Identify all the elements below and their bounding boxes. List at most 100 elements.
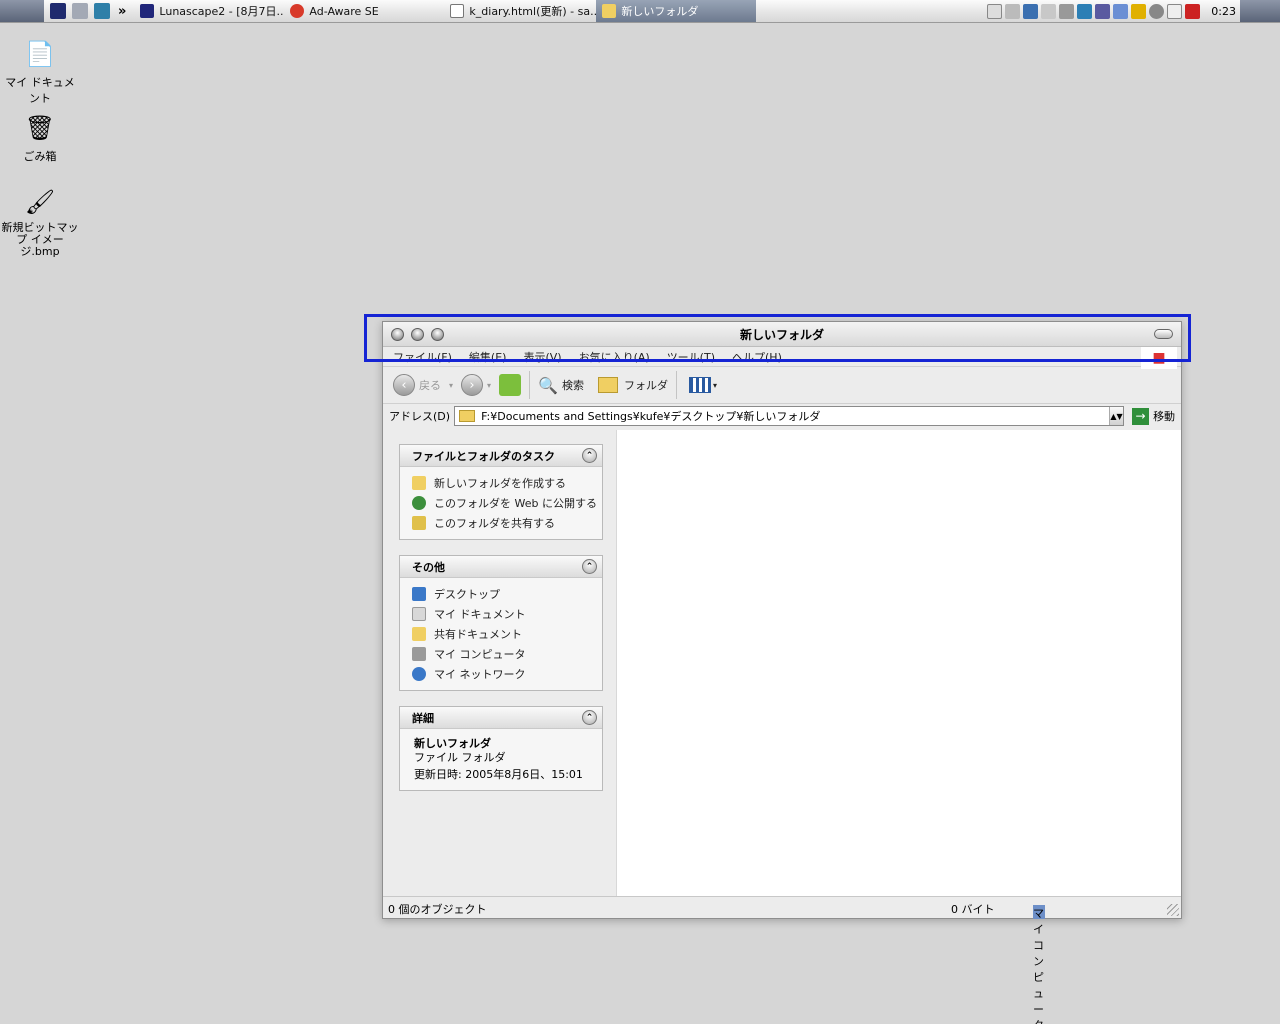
status-object-count: 0 個のオブジェクト xyxy=(388,903,487,916)
search-icon[interactable] xyxy=(1240,0,1280,22)
go-button[interactable]: → 移動 xyxy=(1132,407,1175,425)
desktop-icon-my-documents[interactable]: 📄 マイ ドキュメント xyxy=(0,38,80,106)
folder-icon xyxy=(602,4,617,18)
panel-body: デスクトップ マイ ドキュメント 共有ドキュメント マイ コンピュータ マイ ネ… xyxy=(400,578,602,690)
menu-edit[interactable]: 編集(E) xyxy=(469,349,507,365)
desktop-icon-bitmap[interactable]: 🖌 新規ビットマップ イメージ.bmp xyxy=(0,186,80,258)
collapse-icon[interactable]: ⌃ xyxy=(582,448,597,463)
up-folder-button[interactable] xyxy=(495,371,525,399)
publish-web-icon xyxy=(412,496,426,510)
explorer-window: 新しいフォルダ ファイル(F) 編集(E) 表示(V) お気に入り(A) ツール… xyxy=(382,321,1182,1024)
dropdown-arrow-icon: ▾ xyxy=(712,380,717,390)
clock[interactable]: 0:23 xyxy=(1211,5,1236,18)
ime-icon[interactable] xyxy=(1005,3,1021,19)
tray-icon[interactable] xyxy=(1059,3,1075,19)
menu-tools[interactable]: ツール(T) xyxy=(667,349,715,365)
window-titlebar[interactable]: 新しいフォルダ xyxy=(383,322,1181,347)
users-icon[interactable] xyxy=(1113,3,1129,19)
menu-bar: ファイル(F) 編集(E) 表示(V) お気に入り(A) ツール(T) ヘルプ(… xyxy=(383,347,1181,369)
quicklaunch-icon[interactable] xyxy=(94,3,110,19)
close-button[interactable] xyxy=(391,327,404,341)
place-my-documents[interactable]: マイ ドキュメント xyxy=(412,604,602,624)
desktop-icon-recycle-bin[interactable]: 🗑 ごみ箱 xyxy=(0,112,80,164)
views-button[interactable]: ▾ xyxy=(685,371,721,399)
menu-view[interactable]: 表示(V) xyxy=(523,349,561,365)
document-icon xyxy=(450,4,465,18)
panel-header[interactable]: その他 ⌃ xyxy=(400,556,602,578)
menu-help[interactable]: ヘルプ(H) xyxy=(732,349,782,365)
magnifier-icon: 🔍 xyxy=(538,375,558,395)
details-name: 新しいフォルダ xyxy=(414,737,491,750)
details-modified: 更新日時: 2005年8月6日、15:01 xyxy=(414,768,583,781)
notepad-icon[interactable] xyxy=(1167,3,1183,19)
details-type: ファイル フォルダ xyxy=(414,751,506,764)
zoom-button[interactable] xyxy=(431,327,444,341)
taskbar-item-kdiary[interactable]: k_diary.html(更新) - sa... xyxy=(444,0,596,22)
quicklaunch-icon[interactable] xyxy=(72,3,88,19)
forward-button[interactable]: › ▾ xyxy=(457,371,495,399)
place-my-network[interactable]: マイ ネットワーク xyxy=(412,664,602,684)
taskbar-overflow-icon[interactable]: » xyxy=(118,4,126,19)
status-bar: 0 個のオブジェクト 0 バイト マイ コンピュータ xyxy=(383,896,1181,1024)
task-publish-web[interactable]: このフォルダを Web に公開する xyxy=(412,493,602,513)
status-size: 0 バイト xyxy=(951,903,995,916)
panel-header[interactable]: 詳細 ⌃ xyxy=(400,707,602,729)
toolbar: ‹ 戻る ▾ › ▾ 🔍 検索 フォルダ ▾ xyxy=(383,366,1181,404)
dropdown-arrow-icon: ▾ xyxy=(449,380,454,390)
address-field[interactable]: F:¥Documents and Settings¥kufe¥デスクトップ¥新し… xyxy=(454,406,1125,426)
file-list-area[interactable] xyxy=(616,430,1181,896)
place-desktop[interactable]: デスクトップ xyxy=(412,584,602,604)
file-folder-tasks-panel: ファイルとフォルダのタスク ⌃ 新しいフォルダを作成する このフォルダを Web … xyxy=(399,444,603,540)
folder-icon xyxy=(597,377,618,393)
desktop-icon xyxy=(412,587,426,601)
my-documents-icon xyxy=(412,607,426,621)
system-tray: 0:23 xyxy=(987,0,1236,22)
other-places-panel: その他 ⌃ デスクトップ マイ ドキュメント 共有ドキュメント マイ コンピュータ… xyxy=(399,555,603,691)
back-button[interactable]: ‹ 戻る ▾ xyxy=(389,371,457,399)
resize-grip[interactable] xyxy=(1167,904,1179,916)
tray-icon[interactable] xyxy=(1095,3,1111,19)
views-icon xyxy=(688,377,711,393)
taskbar-item-lunascape[interactable]: Lunascape2 - [8月7日... xyxy=(134,0,284,22)
panel-header[interactable]: ファイルとフォルダのタスク ⌃ xyxy=(400,445,602,467)
search-button[interactable]: 🔍 検索 xyxy=(534,371,588,399)
recycle-bin-icon: 🗑 xyxy=(24,114,56,142)
place-shared-documents[interactable]: 共有ドキュメント xyxy=(412,624,602,644)
panel-body: 新しいフォルダを作成する このフォルダを Web に公開する このフォルダを共有… xyxy=(400,467,602,539)
new-folder-icon xyxy=(412,476,426,490)
collapse-icon[interactable]: ⌃ xyxy=(582,559,597,574)
folders-button[interactable]: フォルダ xyxy=(594,371,672,399)
go-arrow-icon: → xyxy=(1132,407,1150,425)
network-icon[interactable] xyxy=(1077,3,1093,19)
toolbar-toggle-button[interactable] xyxy=(1154,329,1173,339)
task-new-folder[interactable]: 新しいフォルダを作成する xyxy=(412,473,602,493)
task-share-folder[interactable]: このフォルダを共有する xyxy=(412,513,602,533)
bitmap-file-icon: 🖌 xyxy=(24,188,56,216)
collapse-icon[interactable]: ⌃ xyxy=(582,710,597,725)
window-title: 新しいフォルダ xyxy=(739,327,824,342)
taskbar-item-adaware[interactable]: Ad-Aware SE xyxy=(284,0,444,22)
menu-favorites[interactable]: お気に入り(A) xyxy=(579,349,650,365)
menu-file[interactable]: ファイル(F) xyxy=(393,349,452,365)
shared-folder-icon xyxy=(412,627,426,641)
tray-icon[interactable] xyxy=(1149,3,1165,19)
folder-icon xyxy=(459,410,476,422)
ati-icon[interactable] xyxy=(1185,3,1201,19)
minimize-button[interactable] xyxy=(411,327,424,341)
ime-mode-icon[interactable] xyxy=(1023,3,1039,19)
taskbar-item-new-folder[interactable]: 新しいフォルダ xyxy=(596,0,757,22)
keyboard-icon[interactable] xyxy=(987,3,1003,19)
quicklaunch-icon[interactable] xyxy=(50,3,66,19)
zonealarm-icon[interactable] xyxy=(1131,3,1147,19)
window-body: ファイルとフォルダのタスク ⌃ 新しいフォルダを作成する このフォルダを Web … xyxy=(383,430,1181,896)
adaware-icon xyxy=(290,4,305,18)
back-arrow-icon: ‹ xyxy=(393,374,415,396)
apple-menu-icon[interactable] xyxy=(0,0,44,22)
place-my-computer[interactable]: マイ コンピュータ xyxy=(412,644,602,664)
address-value: F:¥Documents and Settings¥kufe¥デスクトップ¥新し… xyxy=(481,410,821,423)
caps-kana-icon[interactable] xyxy=(1041,3,1057,19)
details-body: 新しいフォルダ ファイル フォルダ 更新日時: 2005年8月6日、15:01 xyxy=(400,729,602,790)
address-label: アドレス(D) xyxy=(389,410,451,423)
address-dropdown-icon[interactable]: ▲▼ xyxy=(1109,407,1124,425)
computer-icon xyxy=(412,647,426,661)
